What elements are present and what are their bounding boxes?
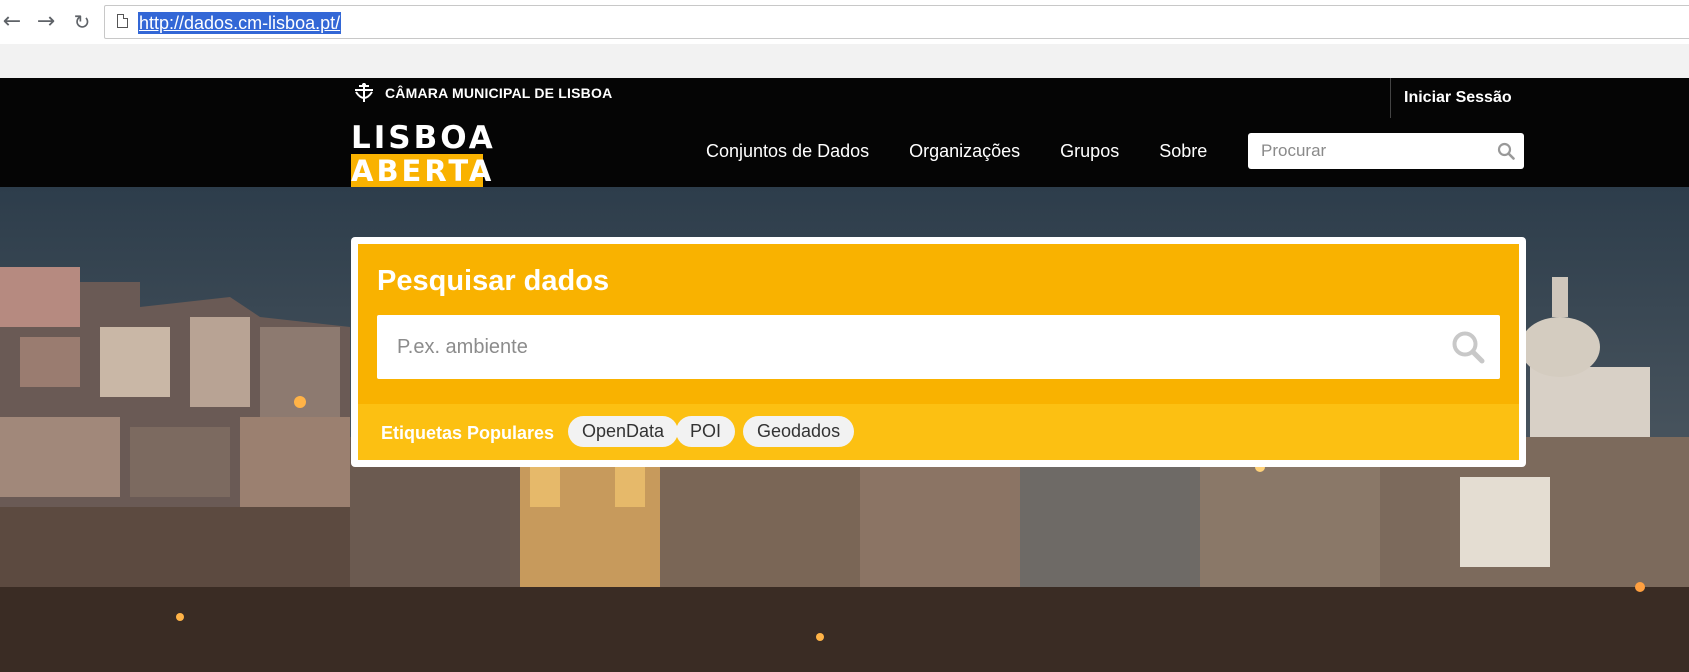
address-bar[interactable]: http://dados.cm-lisboa.pt/ [104, 5, 1689, 39]
popular-tags-row: Etiquetas Populares OpenData POI Geodado… [358, 404, 1519, 460]
browser-toolbar: ← → ↻ http://dados.cm-lisboa.pt/ [0, 0, 1689, 44]
login-link[interactable]: Iniciar Sessão [1404, 89, 1512, 107]
divider [1390, 78, 1391, 118]
page-icon [117, 14, 128, 28]
header-search-input[interactable] [1248, 133, 1488, 169]
arrow-right-icon[interactable]: → [34, 10, 58, 34]
arrow-left-icon[interactable]: ← [0, 10, 24, 34]
nav-groups[interactable]: Grupos [1060, 141, 1119, 162]
bookmark-bar [0, 44, 1689, 78]
tag-geodados[interactable]: Geodados [743, 416, 855, 447]
municipality-emblem-icon [355, 83, 373, 102]
municipality-name: CÂMARA MUNICIPAL DE LISBOA [385, 85, 613, 101]
search-panel-title: Pesquisar dados [377, 265, 610, 297]
reload-icon[interactable]: ↻ [70, 10, 94, 34]
nav-organizations[interactable]: Organizações [909, 141, 1020, 162]
brand-top-text: LISBOA [351, 120, 496, 156]
dataset-search-panel: Pesquisar dados Etiquetas Populares Open… [351, 237, 1526, 467]
search-icon[interactable] [1451, 330, 1485, 364]
search-panel-body: Pesquisar dados Etiquetas Populares Open… [358, 244, 1519, 460]
tag-opendata[interactable]: OpenData [568, 416, 679, 447]
dataset-search-box [377, 315, 1500, 379]
dataset-search-input[interactable] [377, 315, 1417, 379]
nav-datasets[interactable]: Conjuntos de Dados [706, 141, 869, 162]
header-search [1248, 133, 1524, 169]
nav-about[interactable]: Sobre [1159, 141, 1207, 162]
search-icon[interactable] [1497, 142, 1515, 160]
main-nav: Conjuntos de Dados Organizações Grupos S… [706, 141, 1247, 162]
url-text[interactable]: http://dados.cm-lisboa.pt/ [138, 12, 342, 34]
tag-poi[interactable]: POI [676, 416, 736, 447]
site-logo[interactable]: LISBOA ABERTA [351, 120, 496, 188]
municipality-logo[interactable]: CÂMARA MUNICIPAL DE LISBOA [351, 82, 612, 104]
popular-tags-label: Etiquetas Populares [381, 423, 555, 443]
brand-bottom-text: ABERTA [351, 154, 495, 188]
